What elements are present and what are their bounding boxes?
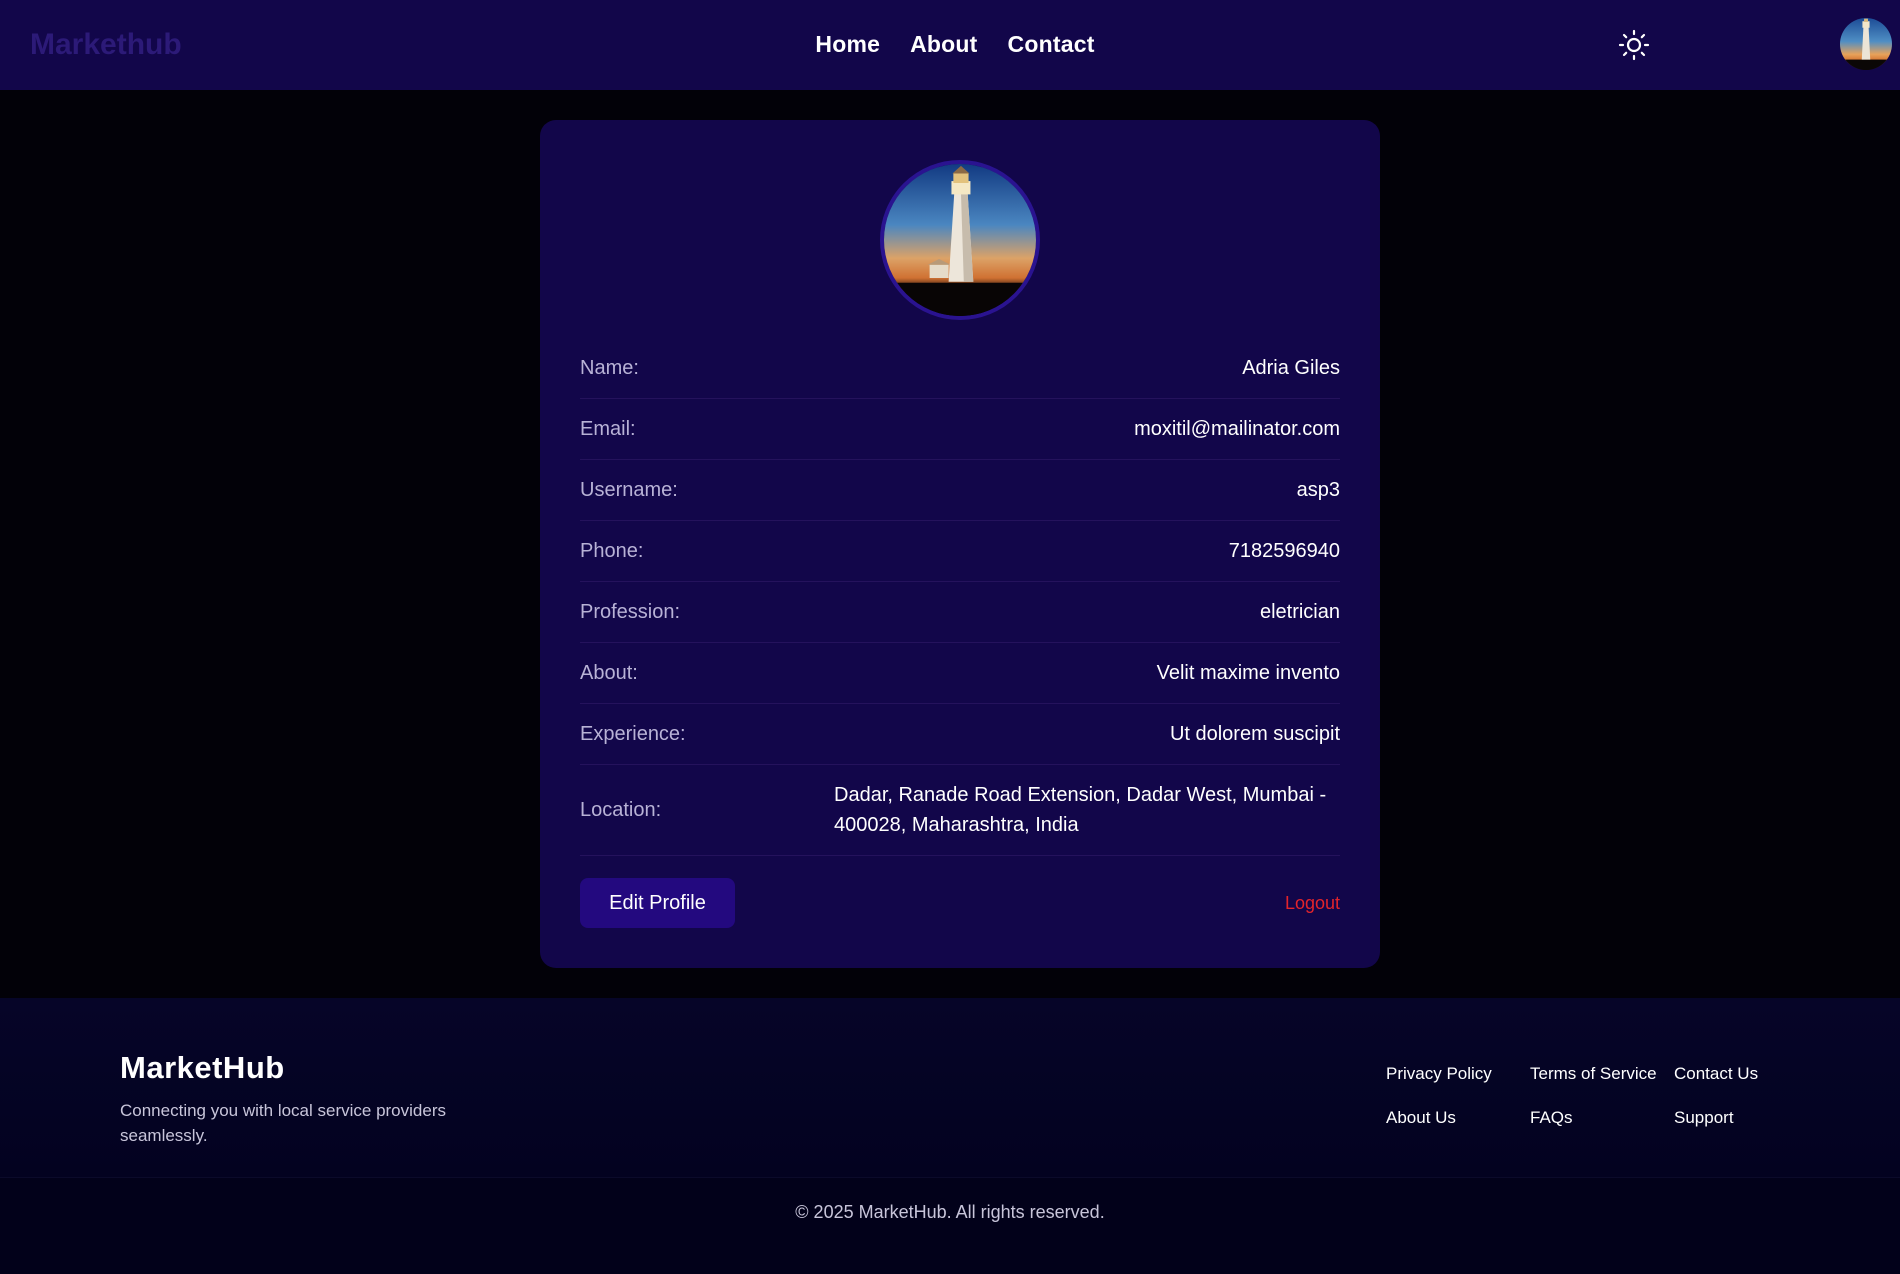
about-label: About: <box>580 661 638 684</box>
experience-row: Experience: Ut dolorem suscipit <box>580 704 1340 765</box>
nav-about-link[interactable]: About <box>910 31 977 58</box>
profession-value: eletrician <box>1259 600 1340 623</box>
footer-brand: MarketHub <box>120 1050 285 1085</box>
about-value: Velit maxime invento <box>1156 661 1340 684</box>
phone-label: Phone: <box>580 539 644 562</box>
profile-photo <box>880 160 1040 320</box>
username-row: Username: asp3 <box>580 460 1340 521</box>
site-footer: MarketHub Connecting you with local serv… <box>0 998 1900 1274</box>
username-value: asp3 <box>1296 478 1340 501</box>
name-label: Name: <box>580 356 639 379</box>
footer-links: Privacy Policy Terms of Service Contact … <box>1386 1064 1784 1128</box>
phone-value: 7182596940 <box>1228 539 1340 562</box>
main-nav: Home About Contact <box>0 31 1900 58</box>
support-link[interactable]: Support <box>1674 1108 1784 1128</box>
experience-value: Ut dolorem suscipit <box>1169 722 1340 745</box>
edit-profile-button[interactable]: Edit Profile <box>580 878 735 928</box>
email-label: Email: <box>580 417 636 440</box>
logout-link[interactable]: Logout <box>1285 893 1340 914</box>
profile-card: Name: Adria Giles Email: moxitil@mailina… <box>540 120 1380 968</box>
location-row: Location: Dadar, Ranade Road Extension, … <box>580 765 1340 856</box>
about-row: About: Velit maxime invento <box>580 643 1340 704</box>
terms-of-service-link[interactable]: Terms of Service <box>1530 1064 1674 1084</box>
location-label: Location: <box>580 798 662 821</box>
username-label: Username: <box>580 478 678 501</box>
privacy-policy-link[interactable]: Privacy Policy <box>1386 1064 1530 1084</box>
top-navbar: Markethub Home About Contact <box>0 0 1900 90</box>
nav-home-link[interactable]: Home <box>815 31 880 58</box>
name-row: Name: Adria Giles <box>580 338 1340 399</box>
footer-main: MarketHub Connecting you with local serv… <box>0 998 1900 1178</box>
name-value: Adria Giles <box>1242 356 1340 379</box>
footer-tagline: Connecting you with local service provid… <box>120 1101 446 1145</box>
location-value: Dadar, Ranade Road Extension, Dadar West… <box>834 784 1327 836</box>
profession-label: Profession: <box>580 600 681 623</box>
faqs-link[interactable]: FAQs <box>1530 1108 1674 1128</box>
profession-row: Profession: eletrician <box>580 582 1340 643</box>
nav-contact-link[interactable]: Contact <box>1008 31 1095 58</box>
user-avatar[interactable] <box>1840 18 1892 70</box>
profile-details: Name: Adria Giles Email: moxitil@mailina… <box>580 338 1340 856</box>
email-row: Email: moxitil@mailinator.com <box>580 399 1340 460</box>
sun-icon[interactable] <box>1618 29 1650 61</box>
experience-label: Experience: <box>580 722 686 745</box>
about-us-link[interactable]: About Us <box>1386 1108 1530 1128</box>
contact-us-link[interactable]: Contact Us <box>1674 1064 1784 1084</box>
copyright-text: © 2025 MarketHub. All rights reserved. <box>795 1202 1105 1222</box>
phone-row: Phone: 7182596940 <box>580 521 1340 582</box>
email-value: moxitil@mailinator.com <box>1134 417 1340 440</box>
